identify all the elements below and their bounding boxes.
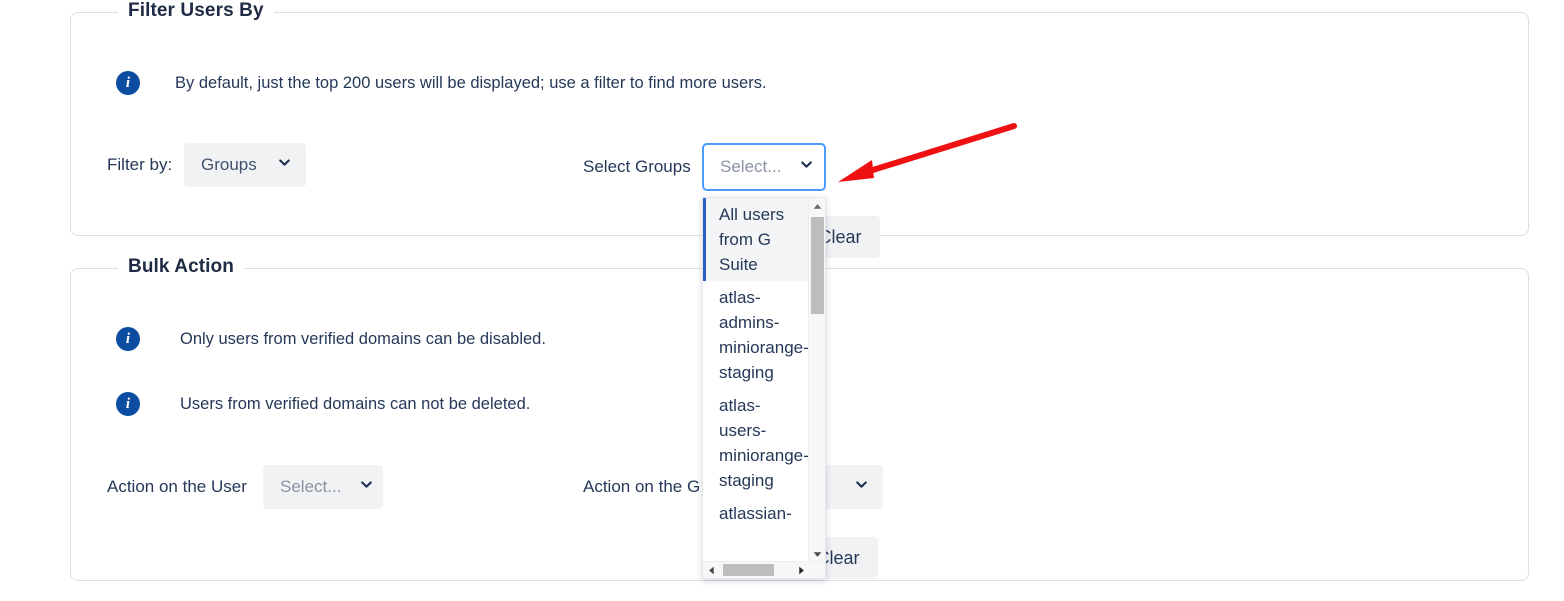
chevron-down-icon [277,155,292,175]
bulk-info-text-1: Only users from verified domains can be … [180,329,546,348]
bulk-info-text-2: Users from verified domains can not be d… [180,394,531,413]
vertical-scrollbar-thumb[interactable] [811,217,824,314]
chevron-down-icon [854,477,869,497]
option-list-horizontal-scrollbar[interactable] [703,561,825,578]
action-on-user-select[interactable]: Select... [263,465,383,509]
scroll-right-arrow-icon[interactable] [793,562,810,578]
list-item[interactable]: atlas-users-miniorange-staging [703,389,810,497]
option-list-focus-underline [703,578,811,579]
scroll-up-arrow-icon[interactable] [809,198,825,215]
list-item[interactable]: atlassian- [703,497,810,530]
bulk-info-row-2: i Users from verified domains can not be… [116,392,530,416]
list-item[interactable]: atlas-admins-miniorange-staging [703,281,810,389]
bulk-info-row-1: i Only users from verified domains can b… [116,327,546,351]
list-item[interactable]: All users from G Suite [703,198,810,281]
horizontal-scrollbar-thumb[interactable] [723,564,774,576]
action-on-user-placeholder: Select... [280,477,342,496]
filter-by-value: Groups [201,155,257,174]
info-icon: i [116,327,140,351]
filter-by-label: Filter by: [107,155,173,174]
option-list-vertical-scrollbar[interactable] [808,198,825,563]
action-on-user-label: Action on the User [107,477,247,496]
filter-by-select[interactable]: Groups [184,143,306,187]
select-groups-dropdown[interactable]: Select... [702,143,826,191]
page-root: Filter Users By i By default, just the t… [0,0,1564,601]
info-icon: i [116,392,140,416]
select-groups-option-list[interactable]: All users from G Suite atlas-admins-mini… [702,197,826,579]
select-groups-label: Select Groups [583,157,691,176]
info-icon: i [116,71,140,95]
action-on-group-label: Action on the G [583,477,701,496]
option-list-viewport: All users from G Suite atlas-admins-mini… [703,198,810,563]
chevron-down-icon [799,157,814,177]
filter-info-text: By default, just the top 200 users will … [175,73,767,92]
chevron-down-icon [359,477,374,497]
filter-users-by-legend: Filter Users By [118,0,274,22]
filter-info-row: i By default, just the top 200 users wil… [116,71,767,95]
scroll-left-arrow-icon[interactable] [703,562,720,578]
bulk-action-legend: Bulk Action [118,256,244,278]
select-groups-placeholder: Select... [720,157,782,176]
